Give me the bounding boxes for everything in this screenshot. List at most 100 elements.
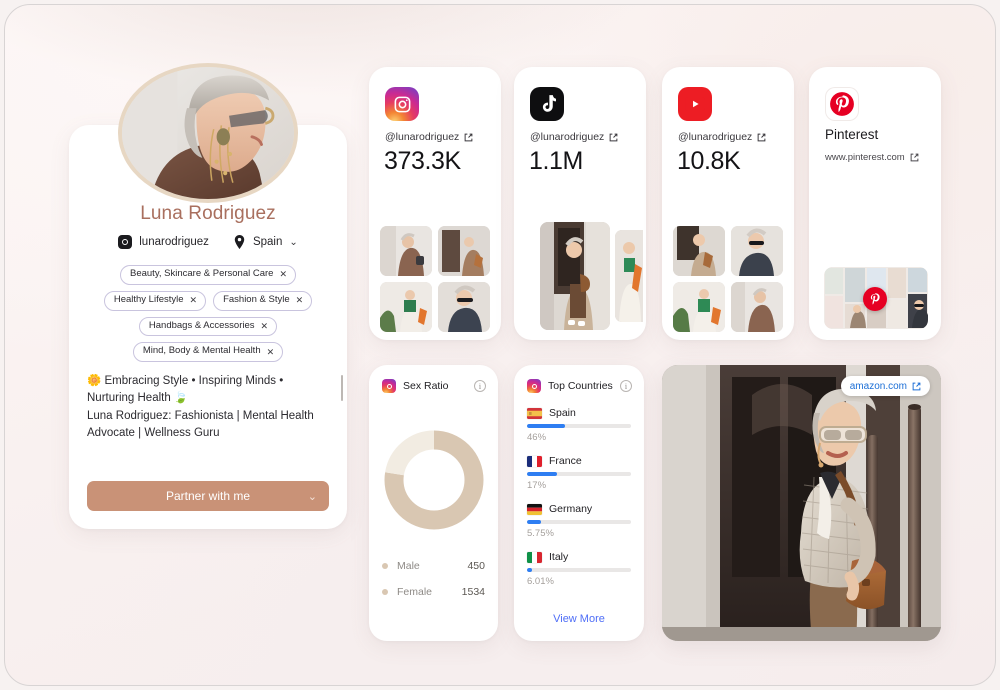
chevron-down-icon[interactable]: ⌄ — [289, 237, 297, 248]
social-card-youtube[interactable]: @lunarodriguez 10.8K — [662, 67, 794, 340]
view-more-button[interactable]: View More — [514, 613, 644, 625]
thumbnail-grid[interactable] — [525, 222, 643, 332]
france-flag — [527, 455, 542, 467]
thumbnail[interactable] — [380, 226, 432, 276]
external-link-icon[interactable] — [609, 133, 618, 142]
follower-count: 1.1M — [529, 147, 583, 175]
country-percent: 5.75% — [527, 528, 554, 539]
tag-chip[interactable]: Handbags & Accessories ✕ — [138, 316, 278, 337]
country-list: Spain 46% France 17% Germany 5.75% Italy… — [527, 407, 631, 599]
legend-item-female: Female 1534 — [382, 586, 485, 598]
bio-line-1: 🌼 Embracing Style • Inspiring Minds • Nu… — [87, 375, 284, 405]
country-bar-fill — [527, 520, 541, 524]
category-tags: Beauty, Skincare & Personal Care ✕ Healt… — [81, 265, 335, 363]
thumbnail-grid[interactable] — [380, 226, 490, 332]
thumbnail[interactable] — [380, 282, 432, 332]
chevron-down-icon[interactable]: ⌄ — [308, 490, 317, 503]
sex-ratio-card: Sex Ratio i Male 450 Female 1534 — [369, 365, 498, 641]
avatar-image — [118, 63, 298, 203]
tag-chip[interactable]: Healthy Lifestyle ✕ — [103, 290, 207, 311]
tag-chip[interactable]: Beauty, Skincare & Personal Care ✕ — [120, 265, 296, 285]
external-link-icon[interactable] — [757, 133, 766, 142]
thumbnail[interactable] — [673, 226, 725, 276]
social-card-pinterest[interactable]: Pinterest www.pinterest.com — [809, 67, 941, 340]
profile-bio: 🌼 Embracing Style • Inspiring Minds • Nu… — [87, 373, 329, 443]
thumbnail-grid[interactable] — [673, 226, 783, 332]
country-percent: 6.01% — [527, 576, 554, 587]
social-handle-row[interactable]: @lunarodriguez — [385, 131, 473, 143]
dashboard-stage: Luna Rodriguez lunarodriguez Spain ⌄ Bea… — [5, 5, 995, 685]
partner-with-me-button[interactable]: Partner with me ⌄ — [87, 481, 329, 511]
country-row: Germany 5.75% — [527, 503, 631, 539]
hero-image[interactable]: amazon.com — [662, 365, 941, 641]
legend-dot — [382, 589, 388, 595]
amazon-badge-label: amazon.com — [849, 380, 907, 392]
country-name: Italy — [549, 551, 569, 563]
thumbnail[interactable] — [731, 282, 783, 332]
country-percent: 17% — [527, 480, 547, 491]
country-bar-track — [527, 472, 631, 476]
thumbnail[interactable] — [673, 282, 725, 332]
bio-line-2: Luna Rodriguez: Fashionista | Mental Hea… — [87, 409, 314, 440]
info-icon[interactable]: i — [620, 380, 632, 392]
external-link-icon[interactable] — [910, 153, 919, 162]
social-handle: @lunarodriguez — [530, 131, 605, 143]
social-handle: @lunarodriguez — [385, 131, 460, 143]
app-frame: Luna Rodriguez lunarodriguez Spain ⌄ Bea… — [4, 4, 996, 686]
social-handle-row[interactable]: @lunarodriguez — [678, 131, 766, 143]
external-link-icon[interactable] — [464, 133, 473, 142]
social-card-tiktok[interactable]: @lunarodriguez 1.1M — [514, 67, 646, 340]
youtube-icon — [678, 87, 712, 121]
tag-label: Beauty, Skincare & Personal Care — [130, 268, 274, 279]
country-name: France — [549, 455, 582, 467]
partner-button-label: Partner with me — [165, 489, 251, 503]
social-url: www.pinterest.com — [825, 152, 905, 163]
country-name: Spain — [549, 407, 576, 419]
social-handle: @lunarodriguez — [678, 131, 753, 143]
top-countries-card: Top Countries i Spain 46% France 17% Ger… — [514, 365, 644, 641]
close-icon[interactable]: ✕ — [267, 346, 275, 358]
external-link-icon[interactable] — [912, 382, 921, 391]
thumbnail[interactable] — [731, 226, 783, 276]
sex-ratio-header: Sex Ratio i — [382, 379, 486, 393]
country-bar-track — [527, 520, 631, 524]
avatar — [118, 63, 298, 203]
tag-chip[interactable]: Mind, Body & Mental Health ✕ — [132, 342, 284, 363]
country-bar-track — [527, 568, 631, 572]
tag-label: Healthy Lifestyle — [113, 293, 184, 305]
legend-label: Female — [397, 586, 433, 598]
profile-country: Spain — [252, 236, 283, 248]
close-icon[interactable]: ✕ — [279, 268, 287, 280]
info-icon[interactable]: i — [474, 380, 486, 392]
instagram-icon — [382, 379, 396, 393]
instagram-icon — [385, 87, 419, 121]
thumbnail[interactable] — [438, 282, 490, 332]
amazon-link-badge[interactable]: amazon.com — [840, 376, 930, 396]
social-handle-row[interactable]: @lunarodriguez — [530, 131, 618, 143]
country-bar-track — [527, 424, 631, 428]
legend-label: Male — [397, 560, 420, 572]
sex-ratio-title: Sex Ratio — [403, 380, 449, 392]
social-url-row[interactable]: www.pinterest.com — [825, 152, 919, 163]
country-percent: 46% — [527, 432, 547, 443]
italy-flag — [527, 551, 542, 563]
close-icon[interactable]: ✕ — [296, 294, 304, 306]
thumbnail[interactable] — [540, 222, 610, 330]
country-name: Germany — [549, 503, 593, 515]
tag-chip[interactable]: Fashion & Style ✕ — [213, 290, 313, 311]
tag-label: Fashion & Style — [223, 293, 290, 305]
legend-item-male: Male 450 — [382, 560, 485, 572]
country-bar-fill — [527, 424, 566, 428]
social-card-instagram[interactable]: @lunarodriguez 373.3K — [369, 67, 501, 340]
thumbnail[interactable] — [615, 230, 643, 322]
legend-value: 1534 — [461, 586, 485, 598]
bio-scrollbar[interactable] — [341, 375, 343, 401]
thumbnail[interactable] — [438, 226, 490, 276]
country-row: Italy 6.01% — [527, 551, 631, 587]
follower-count: 373.3K — [384, 147, 461, 175]
close-icon[interactable]: ✕ — [261, 320, 269, 332]
tag-label: Handbags & Accessories — [148, 319, 255, 331]
social-platform-title: Pinterest — [825, 127, 879, 142]
tiktok-icon — [530, 87, 564, 121]
close-icon[interactable]: ✕ — [190, 294, 198, 306]
